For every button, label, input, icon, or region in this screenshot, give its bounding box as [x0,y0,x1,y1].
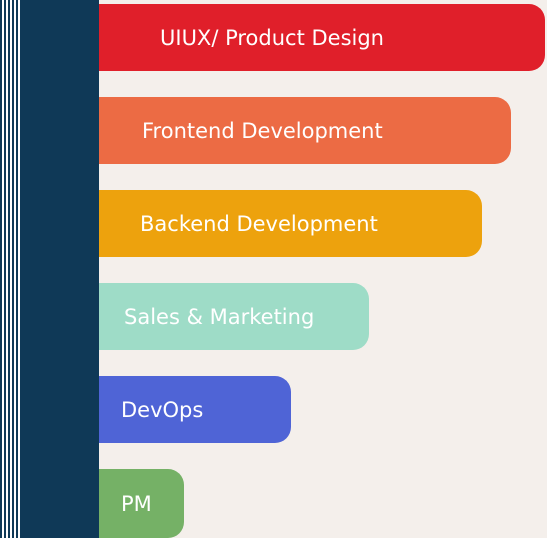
navy-spine [22,0,99,538]
bar-label: PM [121,491,152,516]
bar-label: Backend Development [140,211,378,236]
bar-backend-development: Backend Development [99,190,482,257]
bar-sales-marketing: Sales & Marketing [99,283,369,350]
striped-edge [0,0,22,538]
bar-pm: PM [99,469,184,538]
bar-frontend-development: Frontend Development [99,97,511,164]
bar-label: UIUX/ Product Design [160,25,384,50]
diagram-stage: UIUX/ Product Design Frontend Developmen… [0,0,547,538]
bar-label: Sales & Marketing [124,304,315,329]
bar-uiux-product-design: UIUX/ Product Design [99,4,545,71]
bar-devops: DevOps [99,376,291,443]
bar-label: DevOps [121,397,204,422]
bar-label: Frontend Development [142,118,383,143]
